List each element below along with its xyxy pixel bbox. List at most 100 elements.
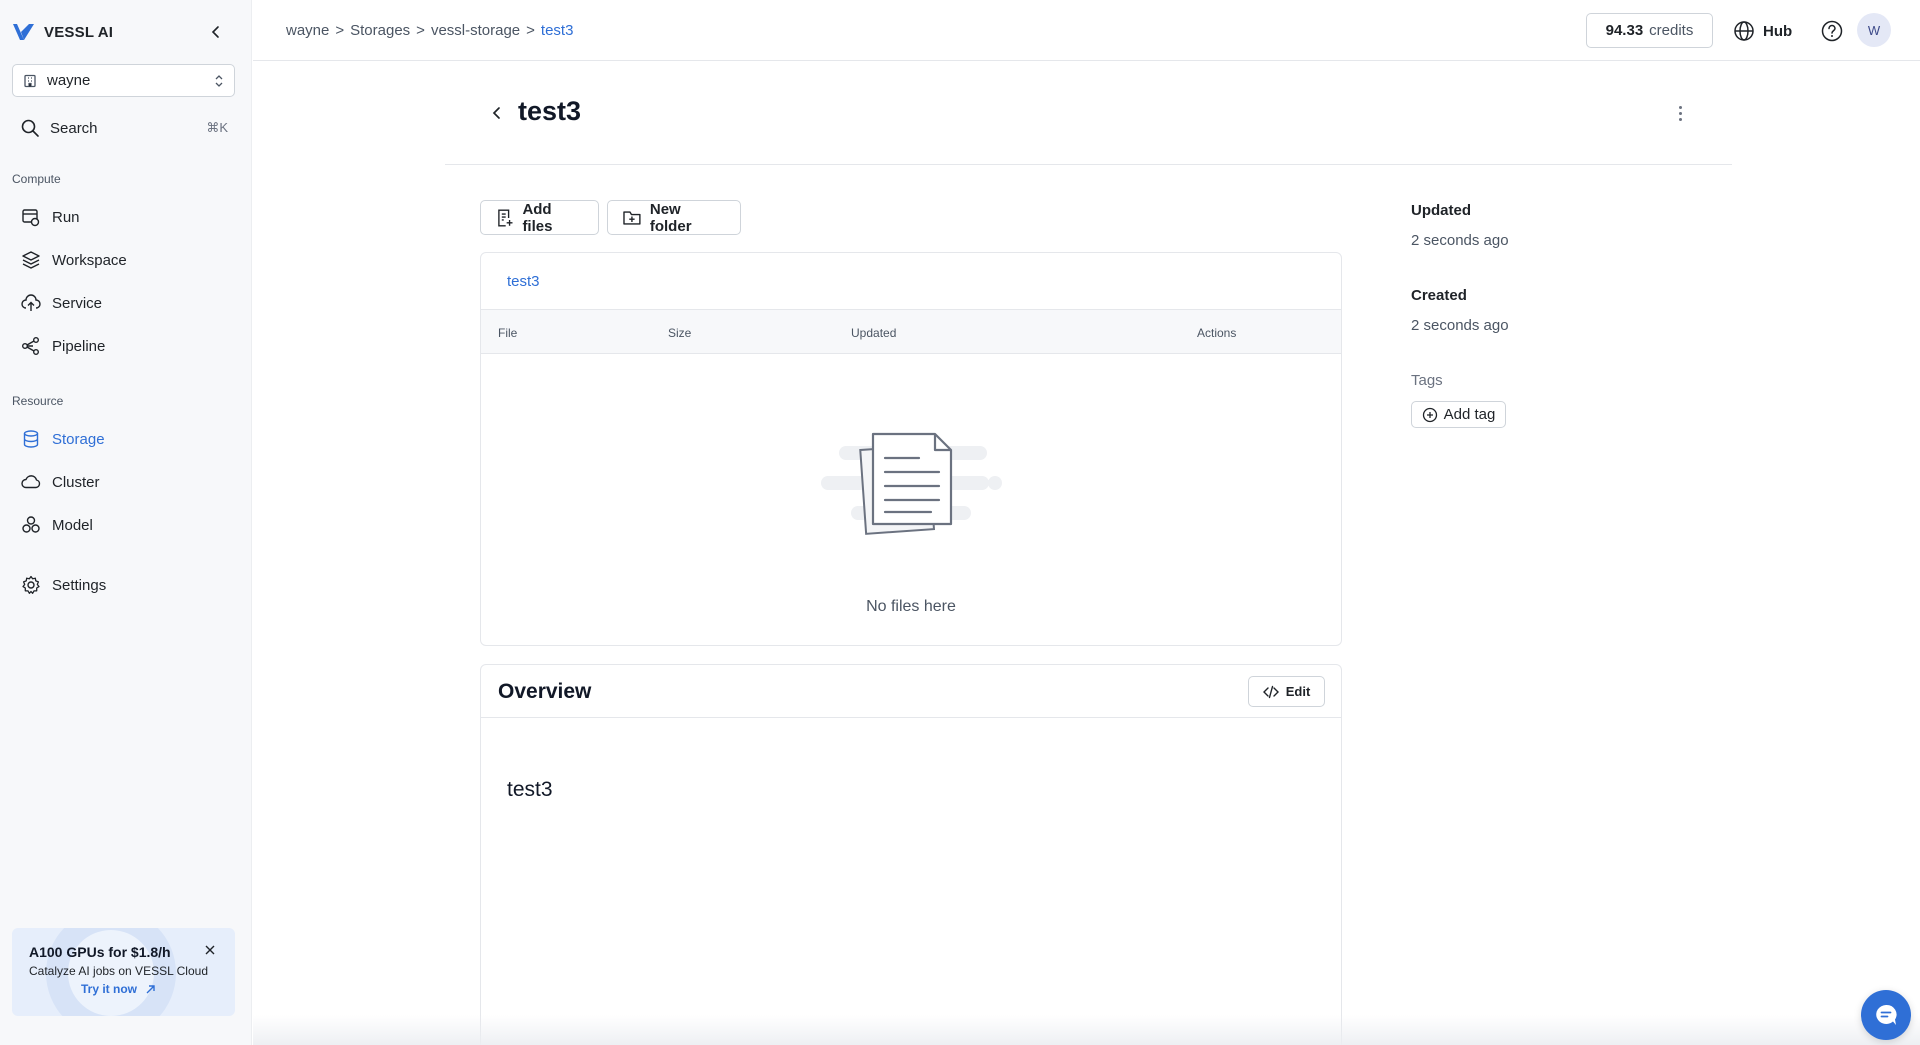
add-tag-label: Add tag <box>1443 406 1496 423</box>
search-icon <box>21 119 39 137</box>
breadcrumb-separator: > <box>416 22 425 39</box>
back-button[interactable] <box>487 102 507 124</box>
breadcrumb-separator: > <box>335 22 345 39</box>
empty-documents-illustration <box>821 432 1002 535</box>
page-title: test3 <box>518 96 582 126</box>
credits-value: 94.33 <box>1605 22 1644 39</box>
chevron-updown-icon <box>215 74 223 87</box>
created-label: Created <box>1411 287 1467 304</box>
hub-label: Hub <box>1763 22 1793 40</box>
add-files-button[interactable]: Add files <box>480 200 599 235</box>
sidebar-item-label: Model <box>52 516 93 534</box>
sidebar-item-run[interactable]: Run <box>20 204 230 230</box>
sidebar-item-settings[interactable]: Settings <box>20 572 230 598</box>
kebab-dot <box>1678 105 1682 109</box>
file-path-bar: test3 <box>481 253 1341 310</box>
empty-state-text: No files here <box>866 598 956 615</box>
search-shortcut: ⌘K <box>206 120 228 135</box>
close-icon <box>205 945 215 955</box>
brand-logo[interactable]: VESSL AI <box>12 20 113 44</box>
chevron-left-icon <box>211 26 219 38</box>
breadcrumb-item-org[interactable]: wayne <box>286 22 329 39</box>
column-header-size: Size <box>668 326 692 340</box>
layers-icon <box>20 249 42 271</box>
edit-label: Edit <box>1285 684 1311 699</box>
chat-support-button[interactable] <box>1861 990 1911 1040</box>
sidebar-search[interactable]: Search ⌘K <box>20 116 228 140</box>
upload-cloud-icon <box>20 292 42 314</box>
updated-label: Updated <box>1411 202 1471 219</box>
avatar[interactable]: W <box>1857 13 1891 47</box>
breadcrumb-separator: > <box>526 22 535 39</box>
updated-value: 2 seconds ago <box>1411 232 1509 249</box>
promo-try-link[interactable]: Try it now <box>81 982 156 996</box>
breadcrumb-item-storage[interactable]: vessl-storage <box>431 22 520 39</box>
sidebar-item-label: Storage <box>52 430 105 448</box>
cloud-icon <box>20 471 42 493</box>
promo-banner: A100 GPUs for $1.8/h Catalyze AI jobs on… <box>12 928 235 1016</box>
sidebar-item-service[interactable]: Service <box>20 290 230 316</box>
file-browser: test3 File Size Updated Actions No files… <box>480 252 1342 646</box>
run-icon <box>20 206 42 228</box>
promo-link-label: Try it now <box>81 982 138 996</box>
sidebar: VESSL AI wayne Search ⌘K Compute Run Wor… <box>0 0 252 1045</box>
kebab-dot <box>1678 111 1682 115</box>
file-plus-icon <box>498 209 513 226</box>
collapse-sidebar-button[interactable] <box>206 22 226 42</box>
sidebar-item-model[interactable]: Model <box>20 512 230 538</box>
code-icon <box>1262 685 1279 698</box>
table-header: File Size Updated Actions <box>481 310 1341 354</box>
new-folder-button[interactable]: New folder <box>607 200 741 235</box>
sidebar-item-label: Pipeline <box>52 337 106 355</box>
sidebar-item-workspace[interactable]: Workspace <box>20 247 230 273</box>
help-circle-icon <box>1821 20 1843 42</box>
add-tag-button[interactable]: Add tag <box>1411 401 1506 428</box>
edit-overview-button[interactable]: Edit <box>1248 676 1325 707</box>
globe-icon <box>1734 21 1754 41</box>
breadcrumb: wayne > Storages > vessl-storage > test3 <box>286 22 573 39</box>
folder-plus-icon <box>623 210 641 225</box>
topbar: wayne > Storages > vessl-storage > test3… <box>253 0 1920 61</box>
sidebar-item-label: Run <box>52 208 80 226</box>
promo-title: A100 GPUs for $1.8/h <box>29 944 171 960</box>
sidebar-item-label: Service <box>52 294 103 312</box>
tags-label: Tags <box>1411 372 1443 389</box>
database-icon <box>20 428 42 450</box>
more-options-button[interactable] <box>1670 102 1690 124</box>
column-header-actions: Actions <box>1197 326 1237 340</box>
overview-header: Overview Edit <box>481 665 1341 718</box>
column-header-updated: Updated <box>851 326 897 340</box>
kebab-dot <box>1678 117 1682 121</box>
breadcrumb-item-current: test3 <box>540 22 574 39</box>
organization-name: wayne <box>47 72 91 89</box>
sidebar-item-label: Settings <box>52 576 107 594</box>
search-label: Search <box>50 119 98 137</box>
model-icon <box>20 514 42 536</box>
organization-select[interactable]: wayne <box>12 64 235 97</box>
credits-button[interactable]: 94.33 credits <box>1586 13 1713 48</box>
sidebar-item-label: Workspace <box>52 251 127 269</box>
breadcrumb-item-storages[interactable]: Storages <box>350 22 410 39</box>
pipeline-icon <box>20 335 42 357</box>
brand-name: VESSL AI <box>44 23 114 41</box>
created-value: 2 seconds ago <box>1411 317 1509 334</box>
promo-close-button[interactable] <box>202 942 218 958</box>
help-button[interactable] <box>1820 19 1844 43</box>
new-folder-label: New folder <box>649 200 692 235</box>
chevron-left-icon <box>492 107 500 119</box>
divider <box>445 164 1732 165</box>
column-header-file: File <box>498 326 518 340</box>
plus-circle-icon <box>1422 407 1437 422</box>
file-path-link[interactable]: test3 <box>507 273 540 290</box>
promo-subtitle: Catalyze AI jobs on VESSL Cloud <box>29 964 208 978</box>
building-icon <box>24 74 36 87</box>
section-label-compute: Compute <box>12 172 61 186</box>
sidebar-item-cluster[interactable]: Cluster <box>20 469 230 495</box>
arrow-up-right-icon <box>146 984 155 993</box>
hub-button[interactable]: Hub <box>1733 18 1792 44</box>
vessl-logo-icon <box>13 24 34 40</box>
sidebar-item-storage[interactable]: Storage <box>20 426 230 452</box>
section-label-resource: Resource <box>12 394 64 408</box>
overview-content: test3 <box>507 778 553 801</box>
sidebar-item-pipeline[interactable]: Pipeline <box>20 333 230 359</box>
